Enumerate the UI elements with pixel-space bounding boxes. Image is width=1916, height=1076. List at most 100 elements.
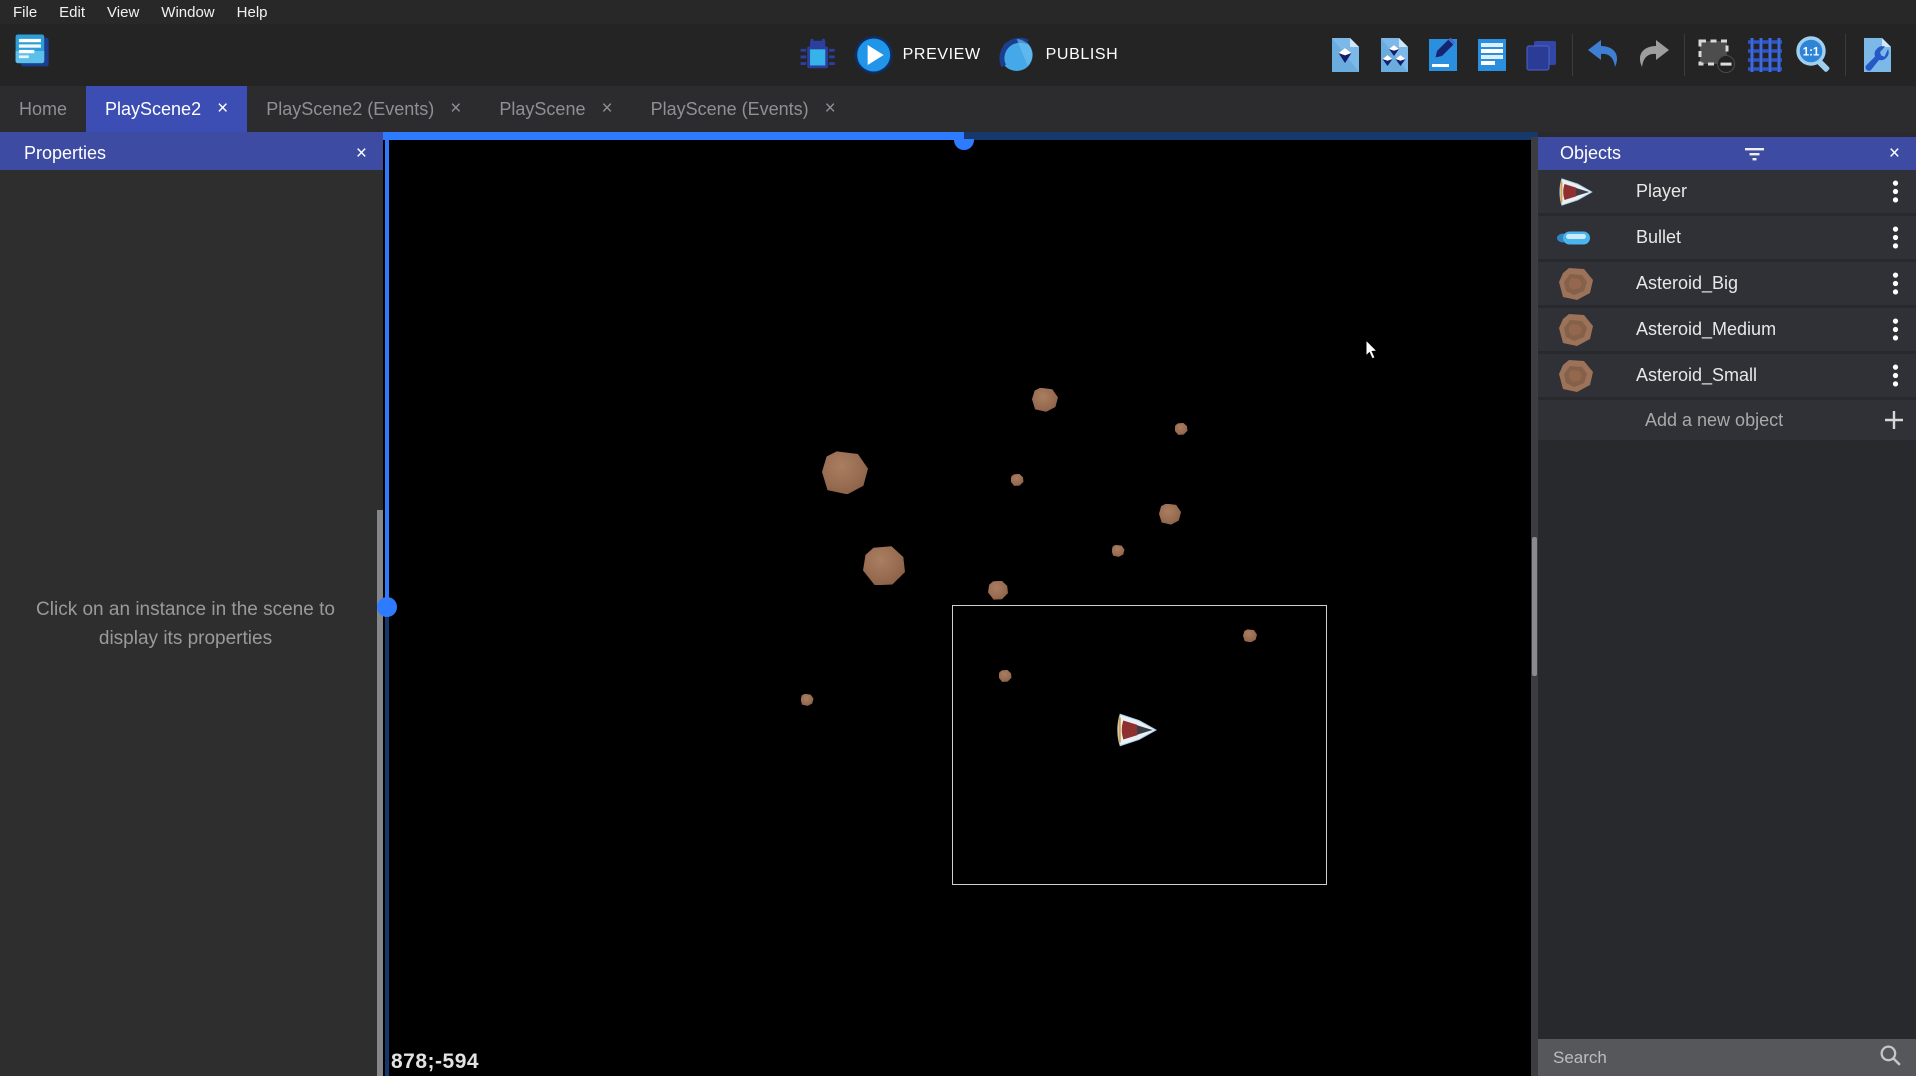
preview-button[interactable]: PREVIEW <box>854 35 981 75</box>
player-instance[interactable] <box>1116 712 1158 756</box>
player-ship-icon <box>1554 177 1598 207</box>
tab-label: PlayScene (Events) <box>651 99 809 120</box>
menu-window[interactable]: Window <box>150 2 225 23</box>
tab-close-icon[interactable]: × <box>450 99 461 118</box>
left-splitter-highlight <box>385 137 389 607</box>
object-menu-icon[interactable] <box>1874 272 1916 295</box>
object-menu-icon[interactable] <box>1874 180 1916 203</box>
tab-label: PlayScene <box>499 99 585 120</box>
scene-canvas[interactable]: 878;-594 <box>383 137 1538 1076</box>
toolbar-right: 1:1 <box>1314 34 1916 76</box>
menu-file[interactable]: File <box>2 2 48 23</box>
main-area: Properties × Click on an instance in the… <box>0 137 1916 1076</box>
redo-icon[interactable] <box>1633 35 1673 75</box>
tab-close-icon[interactable]: × <box>825 99 836 118</box>
tab-bar: HomePlayScene2×PlayScene2 (Events)×PlayS… <box>0 86 1916 132</box>
asteroid-instance[interactable] <box>1032 388 1058 412</box>
tab-playscene[interactable]: PlayScene × <box>480 86 631 132</box>
asteroid-instance[interactable] <box>1011 474 1024 486</box>
object-menu-icon[interactable] <box>1874 226 1916 249</box>
asteroid-instance[interactable] <box>988 581 1008 600</box>
asteroid-icon <box>1554 313 1598 347</box>
asteroid-icon <box>1554 267 1598 301</box>
menu-help[interactable]: Help <box>226 2 279 23</box>
project-settings-icon[interactable] <box>1857 35 1897 75</box>
object-row-asteroid_small[interactable]: Asteroid_Small <box>1538 354 1916 397</box>
object-menu-icon[interactable] <box>1874 364 1916 387</box>
scene-edit-icon[interactable] <box>1423 35 1463 75</box>
tab-playscene2-events[interactable]: PlayScene2 (Events) × <box>247 86 480 132</box>
object-row-asteroid_medium[interactable]: Asteroid_Medium <box>1538 308 1916 351</box>
asteroid-instance[interactable] <box>1175 423 1188 435</box>
object-row-bullet[interactable]: Bullet <box>1538 216 1916 259</box>
search-input[interactable] <box>1551 1047 1878 1069</box>
instances-stack-icon[interactable] <box>1521 35 1561 75</box>
tab-label: PlayScene2 (Events) <box>266 99 434 120</box>
menu-edit[interactable]: Edit <box>48 2 96 23</box>
asteroid-instance[interactable] <box>1112 545 1125 557</box>
objects-header: Objects × <box>1538 137 1916 170</box>
toolbar-group <box>1846 35 1908 75</box>
plus-icon[interactable] <box>1872 409 1916 431</box>
publish-button[interactable]: PUBLISH <box>997 35 1119 75</box>
asteroid-icon <box>1554 359 1598 393</box>
objects-list: Player Bullet Asteroid_Big Asteroid_Medi… <box>1538 170 1916 400</box>
clear-selection-icon[interactable] <box>1696 35 1736 75</box>
gdevelop-window: FileEditViewWindowHelp PREVIEW PUBLISH <box>0 0 1916 1076</box>
canvas-scrollbar-track[interactable] <box>1531 137 1538 1076</box>
toolbar-center: PREVIEW PUBLISH <box>798 24 1119 86</box>
tab-label: PlayScene2 <box>105 99 201 120</box>
toolbar-group <box>1314 35 1572 75</box>
search-bar <box>1538 1039 1916 1076</box>
menu-bar: FileEditViewWindowHelp <box>0 0 1916 24</box>
properties-title: Properties <box>24 143 106 164</box>
tab-label: Home <box>19 99 67 120</box>
object-row-player[interactable]: Player <box>1538 170 1916 213</box>
properties-empty-message: Click on an instance in the scene to dis… <box>0 595 371 653</box>
tab-close-icon[interactable]: × <box>601 99 612 118</box>
close-icon[interactable]: × <box>356 143 367 165</box>
layers-list-icon[interactable] <box>1472 35 1512 75</box>
objects-title: Objects <box>1560 143 1621 164</box>
object-name: Bullet <box>1636 227 1874 248</box>
object-row-asteroid_big[interactable]: Asteroid_Big <box>1538 262 1916 305</box>
object-name: Asteroid_Big <box>1636 273 1874 294</box>
objects-panel: Objects × Player Bullet Asteroid_Big Ast… <box>1538 137 1916 1076</box>
tab-playscene2[interactable]: PlayScene2 × <box>86 86 247 132</box>
gdevelop-logo-icon[interactable] <box>9 29 53 73</box>
toolbar-group <box>1573 35 1684 75</box>
mouse-cursor-icon <box>1365 339 1383 363</box>
undo-icon[interactable] <box>1584 35 1624 75</box>
asteroid-instance[interactable] <box>863 546 905 585</box>
object-name: Player <box>1636 181 1874 202</box>
properties-panel: Properties × Click on an instance in the… <box>0 137 383 1076</box>
svg-text:1:1: 1:1 <box>1803 47 1820 59</box>
add-object-label: Add a new object <box>1645 410 1872 431</box>
cursor-coordinates: 878;-594 <box>391 1050 479 1074</box>
close-icon[interactable]: × <box>1889 143 1900 165</box>
asteroid-instance[interactable] <box>822 451 868 494</box>
filter-icon[interactable] <box>1744 145 1765 162</box>
asteroid-instance[interactable] <box>1159 504 1181 525</box>
preview-label: PREVIEW <box>903 46 981 64</box>
canvas-scrollbar-thumb[interactable] <box>1532 537 1537 676</box>
top-splitter-handle[interactable] <box>954 139 974 151</box>
debug-icon[interactable] <box>798 35 838 75</box>
publish-label: PUBLISH <box>1046 46 1119 64</box>
object-name: Asteroid_Small <box>1636 365 1874 386</box>
objects-list-icon[interactable] <box>1374 35 1414 75</box>
menu-view[interactable]: View <box>96 2 150 23</box>
tab-home[interactable]: Home <box>0 86 86 132</box>
grid-icon[interactable] <box>1745 35 1785 75</box>
publish-globe-icon <box>997 35 1037 75</box>
scene-properties-icon[interactable] <box>1325 35 1365 75</box>
add-object-row[interactable]: Add a new object <box>1538 400 1916 440</box>
toolbar: PREVIEW PUBLISH 1:1 <box>0 24 1916 86</box>
tab-playscene-events[interactable]: PlayScene (Events) × <box>632 86 855 132</box>
tab-close-icon[interactable]: × <box>217 99 228 118</box>
asteroid-instance[interactable] <box>801 694 814 706</box>
object-menu-icon[interactable] <box>1874 318 1916 341</box>
zoom-1-1-icon[interactable]: 1:1 <box>1794 35 1834 75</box>
left-splitter-handle[interactable] <box>377 597 397 617</box>
bullet-icon <box>1554 229 1598 247</box>
